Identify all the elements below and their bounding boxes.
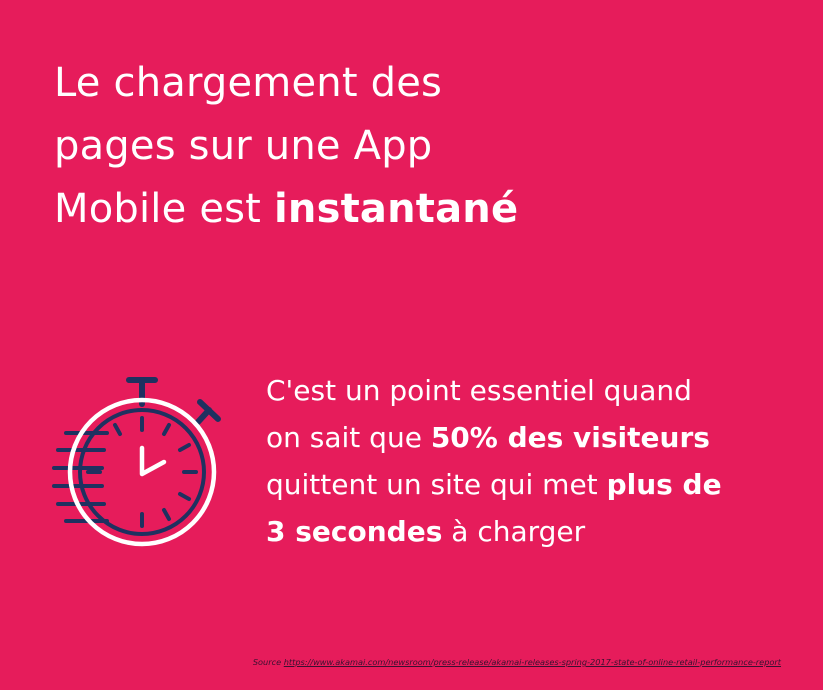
headline-line-3-regular: Mobile est [54,186,274,232]
stopwatch-hands [139,445,167,477]
source-footnote: Source https://www.akamai.com/newsroom/p… [253,657,781,667]
body-line-1: C'est un point essentiel quand [266,374,692,407]
body-line-4: 3 secondes à charger [266,508,811,555]
headline-line-3: Mobile est instantané [54,178,674,241]
headline-emphasis: instantané [273,186,519,232]
body-stat-seconds: 3 secondes [266,515,443,548]
headline-line-1: Le chargement des [54,60,443,106]
body-line-4-regular: à charger [442,515,586,548]
headline: Le chargement des pages sur une App Mobi… [54,52,674,241]
side-button [195,399,221,425]
body-statement: C'est un point essentiel quand on sait q… [266,367,811,555]
source-label: Source [252,657,282,667]
headline-line-2: pages sur une App [54,123,433,169]
body-line-3: quittent un site qui met plus de [266,461,811,508]
source-link[interactable]: https://www.akamai.com/newsroom/press-re… [284,657,781,667]
stopwatch-icon [52,377,221,547]
body-line-2: on sait que 50% des visiteurs [266,414,811,461]
body-emphasis-plus-de: plus de [606,468,722,501]
body-line-2-regular: on sait que [266,421,431,454]
body-line-3-regular: quittent un site qui met [266,468,607,501]
body-stat-percentage: 50% des visiteurs [430,421,710,454]
